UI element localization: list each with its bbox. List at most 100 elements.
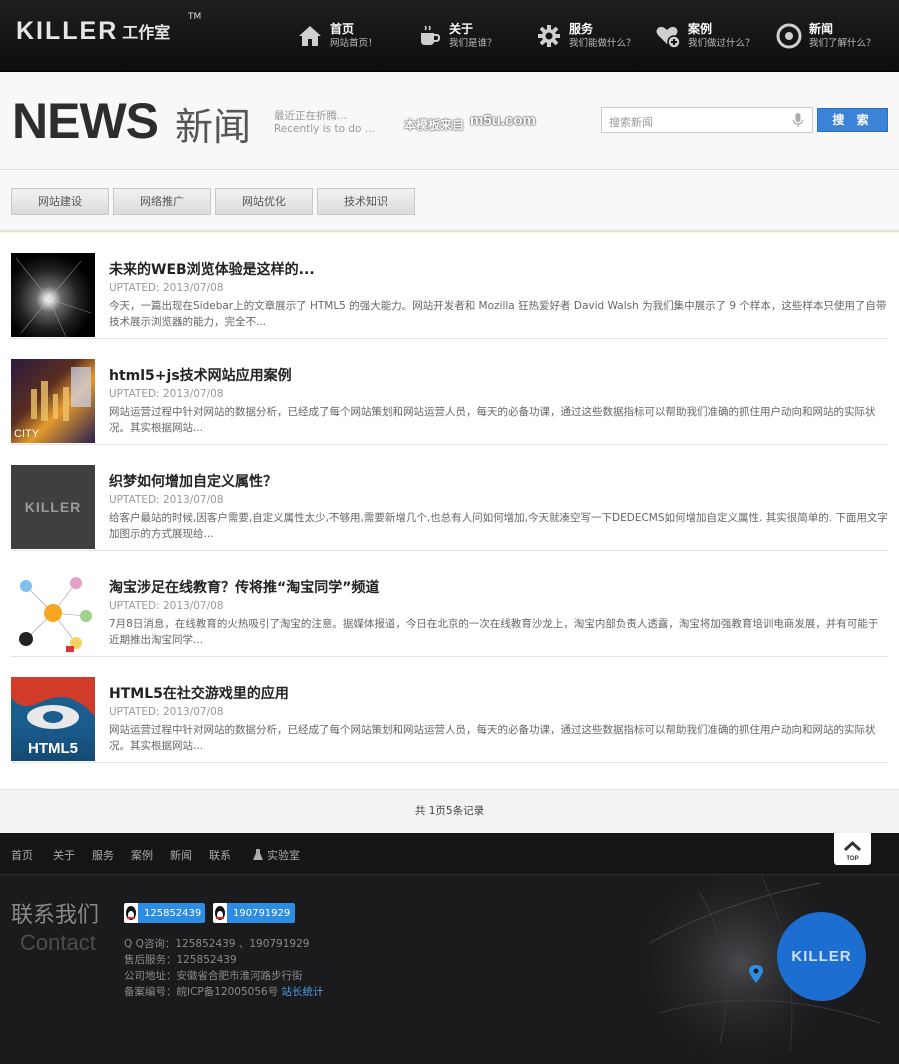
stats-link[interactable]: 站长统计 <box>282 986 324 998</box>
contact-qq-line: Q Q咨询：125852439 、190791929 <box>124 938 310 950</box>
category-tab[interactable]: 网站优化 <box>215 188 313 215</box>
footer-lab-label: 实验室 <box>267 849 300 862</box>
target-icon <box>776 23 802 49</box>
news-item[interactable]: 未来的WEB浏览体验是这样的... UPTATED: 2013/07/08 今天… <box>11 233 888 339</box>
logo-wordmark: KILLER <box>16 16 119 45</box>
page-hero: NEWS 新闻 最近正在折腾... Recently is to do ... … <box>0 72 899 170</box>
contact-heading-cn: 联系我们 <box>11 903 100 928</box>
gear-icon <box>536 23 562 49</box>
map-pin-icon <box>748 964 764 988</box>
contact-heading-en: Contact <box>20 930 96 955</box>
footer-link-home[interactable]: 首页 <box>11 847 33 863</box>
nav-item-news[interactable]: 新闻 我们了解什么？ <box>776 18 876 54</box>
news-date: UPTATED: 2013/07/08 <box>109 388 224 400</box>
nav-subtitle: 网站首页！ <box>330 38 378 49</box>
tagline-en: Recently is to do ... <box>274 123 375 135</box>
thumb-city-text: CITY <box>14 428 40 440</box>
qq-number: 190791929 <box>233 907 291 919</box>
nav-title: 服务 <box>569 22 594 36</box>
nav-title: 案例 <box>688 22 713 36</box>
nav-item-cases[interactable]: 案例 我们做过什么？ <box>655 18 755 54</box>
category-tab[interactable]: 网站建设 <box>11 188 109 215</box>
news-thumbnail[interactable]: KILLER <box>11 465 95 549</box>
nav-item-home[interactable]: 首页 网站首页！ <box>297 18 378 54</box>
site-logo[interactable]: KILLER 工作室 TM <box>16 12 201 46</box>
contact-icp: 备案编号：皖ICP备12005056号 站长统计 <box>124 984 324 999</box>
news-item[interactable]: HTML5 HTML5在社交游戏里的应用 UPTATED: 2013/07/08… <box>11 657 888 763</box>
footer-link-cases[interactable]: 案例 <box>131 847 153 863</box>
qq-chat-button[interactable]: 190791929 <box>213 903 295 923</box>
thumb-html5-text: HTML5 <box>28 740 78 757</box>
home-icon <box>297 23 323 49</box>
watermark-text: 本模板来自 <box>404 118 465 132</box>
back-to-top-label: TOP <box>846 856 858 862</box>
page-title-en: NEWS <box>12 93 159 149</box>
news-item[interactable]: KILLER 织梦如何增加自定义属性？ UPTATED: 2013/07/08 … <box>11 445 888 551</box>
news-item[interactable]: CITY html5+js技术网站应用案例 UPTATED: 2013/07/0… <box>11 339 888 445</box>
contact-address: 公司地址：安徽省合肥市淮河路步行街 <box>124 970 303 982</box>
qq-chat-button[interactable]: 125852439 <box>124 903 205 923</box>
top-navigation-bar: KILLER 工作室 TM 首页 网站首页！ 关于 我们是谁？ 服务 我们能做什… <box>0 0 899 72</box>
map-logo-circle: KILLER <box>777 912 866 1001</box>
news-title[interactable]: 织梦如何增加自定义属性？ <box>109 471 277 491</box>
footer-nav: 首页 关于 服务 案例 新闻 联系 实验室 TOP <box>0 833 899 875</box>
pagination-info: 共 1页5条记录 <box>0 789 899 833</box>
coffee-icon <box>416 23 442 49</box>
news-thumbnail[interactable] <box>11 571 95 655</box>
nav-subtitle: 我们能做什么？ <box>569 38 636 49</box>
thumb-killer-text: KILLER <box>24 499 82 515</box>
news-title[interactable]: html5+js技术网站应用案例 <box>109 365 292 385</box>
flask-icon <box>253 849 263 860</box>
nav-subtitle: 我们了解什么？ <box>809 38 876 49</box>
nav-title: 关于 <box>449 22 474 36</box>
back-to-top-button[interactable]: TOP <box>834 833 871 865</box>
logo-trademark: TM <box>188 12 202 22</box>
news-date: UPTATED: 2013/07/08 <box>109 282 224 294</box>
news-date: UPTATED: 2013/07/08 <box>109 706 224 718</box>
search-button[interactable]: 搜 索 <box>817 108 888 132</box>
logo-subtitle: 工作室 <box>122 23 171 42</box>
chevron-up-icon <box>843 840 862 852</box>
news-thumbnail[interactable] <box>11 253 95 337</box>
footer-link-contact[interactable]: 联系 <box>209 847 231 863</box>
nav-subtitle: 我们是谁？ <box>449 38 497 49</box>
search-input[interactable]: 搜索新闻 <box>601 107 813 133</box>
microphone-icon[interactable] <box>792 113 804 128</box>
news-excerpt: 今天，一篇出现在Sidebar上的文章展示了 HTML5 的强大能力。网站开发者… <box>109 300 887 328</box>
nav-title: 新闻 <box>809 22 834 36</box>
news-excerpt: 网站运营过程中针对网站的数据分析，已经成了每个网站策划和网站运营人员，每天的必备… <box>109 406 876 434</box>
news-excerpt: 网站运营过程中针对网站的数据分析，已经成了每个网站策划和网站运营人员，每天的必备… <box>109 724 876 752</box>
heart-plus-icon <box>655 23 681 49</box>
news-date: UPTATED: 2013/07/08 <box>109 600 224 612</box>
site-footer: 首页 关于 服务 案例 新闻 联系 实验室 TOP 联系我们 Contact 1… <box>0 833 899 1064</box>
footer-link-lab[interactable]: 实验室 <box>252 847 300 863</box>
icp-number: 备案编号：皖ICP备12005056号 <box>124 986 279 998</box>
category-tab[interactable]: 技术知识 <box>317 188 415 215</box>
nav-subtitle: 我们做过什么？ <box>688 38 755 49</box>
category-tab[interactable]: 网络推广 <box>113 188 211 215</box>
nav-item-about[interactable]: 关于 我们是谁？ <box>416 18 497 54</box>
news-title[interactable]: HTML5在社交游戏里的应用 <box>109 683 289 703</box>
news-list: 未来的WEB浏览体验是这样的... UPTATED: 2013/07/08 今天… <box>0 233 899 789</box>
map-logo-text: KILLER <box>791 948 852 965</box>
watermark-logo: m5u.com <box>470 112 536 129</box>
news-date: UPTATED: 2013/07/08 <box>109 494 224 506</box>
tagline-cn: 最近正在折腾... <box>274 110 348 122</box>
footer-link-about[interactable]: 关于 <box>53 847 75 863</box>
footer-link-news[interactable]: 新闻 <box>170 847 192 863</box>
news-excerpt: 给客户最站的时候,因客户需要,自定义属性太少,不够用,需要新增几个,也总有人问如… <box>109 512 888 540</box>
contact-after-sales: 售后服务：125852439 <box>124 954 237 966</box>
qq-number: 125852439 <box>144 907 202 919</box>
nav-title: 首页 <box>330 22 355 36</box>
news-thumbnail[interactable]: CITY <box>11 359 95 443</box>
qq-penguin-icon <box>124 903 138 923</box>
footer-link-services[interactable]: 服务 <box>92 847 114 863</box>
news-item[interactable]: 淘宝涉足在线教育？传将推“淘宝同学”频道 UPTATED: 2013/07/08… <box>11 551 888 657</box>
page-title-cn: 新闻 <box>175 105 252 149</box>
qq-penguin-icon <box>213 903 227 923</box>
news-thumbnail[interactable]: HTML5 <box>11 677 95 761</box>
news-excerpt: 7月8日消息，在线教育的火热吸引了淘宝的注意。据媒体报道，今日在北京的一次在线教… <box>109 618 879 646</box>
news-title[interactable]: 淘宝涉足在线教育？传将推“淘宝同学”频道 <box>109 577 379 597</box>
news-title[interactable]: 未来的WEB浏览体验是这样的... <box>109 259 315 279</box>
nav-item-services[interactable]: 服务 我们能做什么？ <box>536 18 636 54</box>
